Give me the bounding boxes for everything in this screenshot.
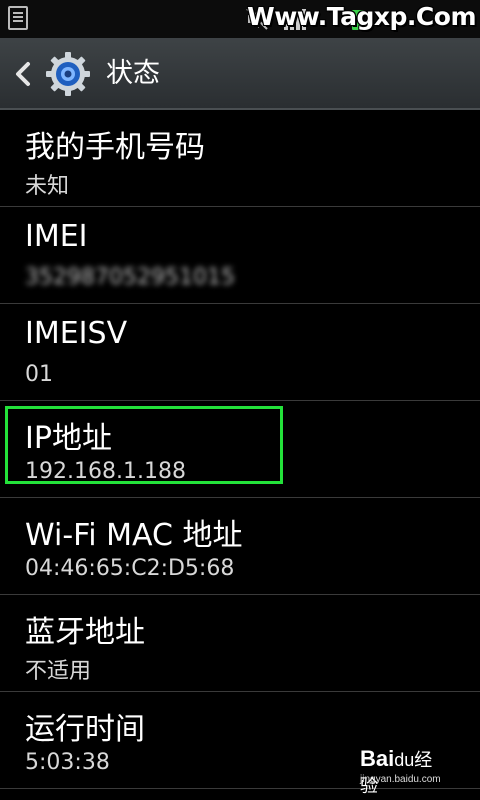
- item-label: Wi-Fi MAC 地址: [25, 518, 243, 553]
- page-title: 状态: [106, 58, 160, 89]
- list-item-wifi-mac[interactable]: Wi-Fi MAC 地址 04:46:65:C2:D5:68: [0, 498, 480, 595]
- item-value: 未知: [25, 174, 70, 199]
- list-item-imeisv[interactable]: IMEISV 01: [0, 304, 480, 401]
- baidu-url: jingyan.baidu.com: [360, 774, 441, 785]
- baidu-watermark: Baidu经验 jingyan.baidu.com: [360, 746, 450, 796]
- item-label: IMEI: [25, 219, 88, 254]
- item-label: IMEISV: [25, 316, 128, 351]
- list-item-bluetooth-address[interactable]: 蓝牙地址 不适用: [0, 595, 480, 692]
- watermark-text: Www.Tagxp.Com: [247, 2, 476, 31]
- action-bar: 状态: [0, 38, 480, 110]
- item-label: 我的手机号码: [25, 130, 205, 165]
- list-item-ip-address[interactable]: IP地址 192.168.1.188: [0, 401, 480, 498]
- item-label: IP地址: [25, 421, 112, 456]
- baidu-paw: du: [394, 750, 415, 770]
- item-value: 01: [25, 362, 53, 387]
- baidu-brand: Bai: [360, 746, 395, 771]
- list-item-phone-number[interactable]: 我的手机号码 未知: [0, 110, 480, 207]
- chevron-left-icon: [16, 62, 30, 86]
- back-button[interactable]: [10, 56, 36, 92]
- status-bar: Www.Tagxp.Com: [0, 0, 480, 38]
- item-label: 蓝牙地址: [25, 615, 145, 650]
- gear-icon: [44, 50, 92, 98]
- item-value: 不适用: [25, 659, 92, 684]
- item-label: 运行时间: [25, 712, 145, 747]
- item-value: 5:03:38: [25, 750, 110, 775]
- item-value: 352987052951015: [25, 265, 235, 290]
- status-list: 我的手机号码 未知 IMEI 352987052951015 IMEISV 01…: [0, 110, 480, 789]
- item-value: 04:46:65:C2:D5:68: [25, 556, 235, 581]
- sim-icon: [8, 6, 28, 30]
- list-item-imei[interactable]: IMEI 352987052951015: [0, 207, 480, 304]
- item-value: 192.168.1.188: [25, 459, 186, 484]
